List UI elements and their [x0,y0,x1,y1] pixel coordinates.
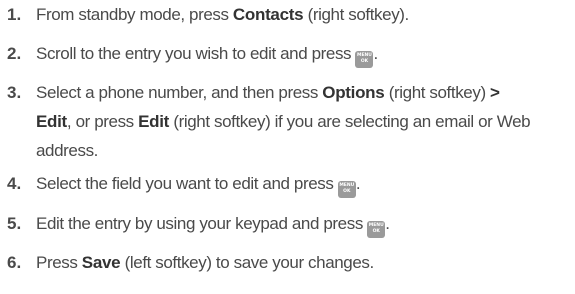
menu-ok-key-icon: MENU OK [355,51,374,68]
step-text-part: Press [36,253,82,272]
step-text-part: (right softkey) [384,83,491,102]
step-text-part: Scroll to the entry you wish to edit and… [36,44,356,63]
softkey-label: Options [322,83,385,102]
step-text-part: Edit the entry by using your keypad and … [36,214,368,233]
step-text-part: (left softkey) to save your changes. [120,253,375,272]
step-text: Select a phone number, and then press Op… [36,78,566,165]
step-text-part: (right softkey). [303,5,410,24]
step-text-part: Select a phone number, and then press [36,83,323,102]
step-number: 3. [7,83,22,102]
step-text-part: From standby mode, press [36,5,233,24]
step-text: Press Save (left softkey) to save your c… [36,248,566,277]
step-text: Scroll to the entry you wish to edit and… [36,39,566,68]
step-number: 5. [7,214,22,233]
softkey-label: Edit [36,112,67,131]
step-text-part: Select the field you want to edit and pr… [36,174,338,193]
softkey-label: Save [81,253,121,272]
step-number: 4. [7,174,22,193]
menu-separator: > [490,83,500,102]
step-text-part: . [373,44,378,63]
menu-ok-key-icon: MENU OK [367,221,386,238]
step-number: 1. [7,5,22,24]
step-text-part: , or press [66,112,139,131]
step-text: From standby mode, press Contacts (right… [36,0,566,29]
step-number: 6. [7,253,22,272]
step-text-part: . [385,214,390,233]
softkey-label: Edit [138,112,170,131]
softkey-label: Contacts [232,5,304,24]
step-text: Edit the entry by using your keypad and … [36,209,566,238]
step-text-part: address. [36,141,99,160]
menu-ok-key-icon: MENU OK [337,181,356,198]
step-text-part: . [355,174,361,193]
step-number: 2. [7,44,22,63]
step-text: Select the field you want to edit and pr… [36,169,566,198]
step-text-part: (right softkey) if you are selecting an … [169,112,531,131]
